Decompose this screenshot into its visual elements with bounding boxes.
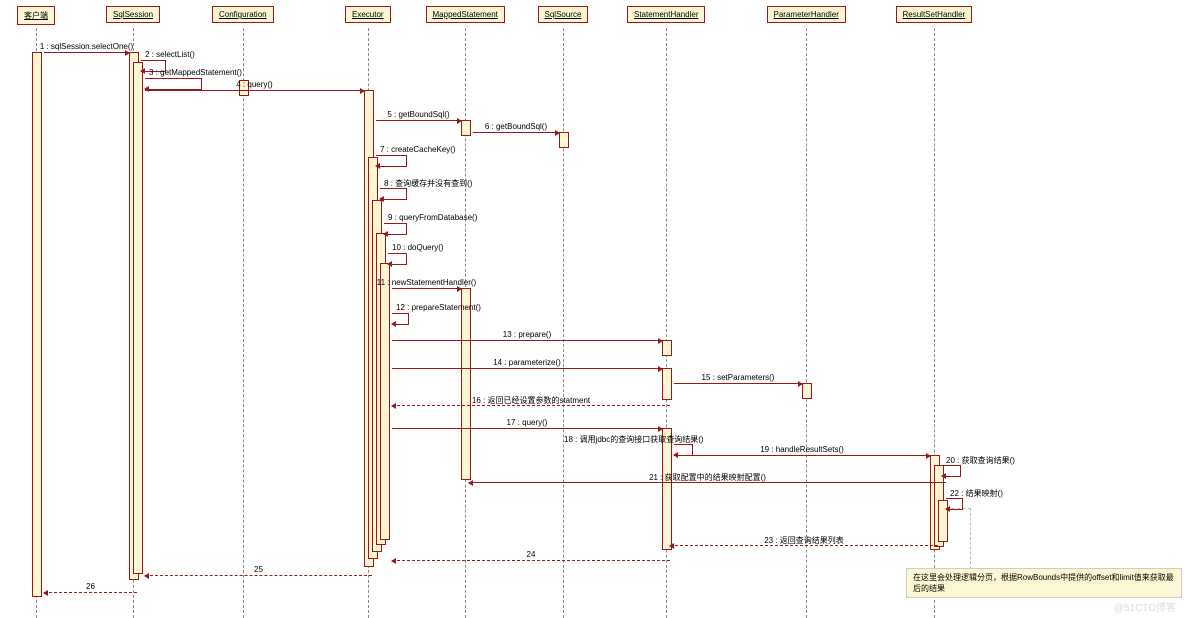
msg-label: 26 <box>86 582 95 591</box>
lifeline-paramhandler <box>806 28 807 618</box>
msg-label: 2 : selectList() <box>145 50 195 59</box>
activation-client <box>32 52 42 597</box>
msg-24: 24 <box>392 560 670 561</box>
msg-23: 23 : 返回查询结果列表 <box>670 545 938 546</box>
msg-label: 18 : 调用jdbc的查询接口获取查询结果() <box>564 434 704 445</box>
activation-executor <box>380 263 390 540</box>
participant-sqlsession: SqlSession <box>106 6 160 23</box>
participant-paramhandler: ParameterHandler <box>767 6 846 23</box>
msg-label: 15 : setParameters() <box>702 373 775 382</box>
msg-7: 7 : createCacheKey() <box>376 155 407 167</box>
participant-stmthandler: StatementHandler <box>627 6 705 23</box>
activation-stmthandler <box>662 340 672 356</box>
msg-26: 26 <box>44 592 137 593</box>
msg-label: 20 : 获取查询结果() <box>946 455 1015 466</box>
msg-label: 4 : query() <box>236 80 272 89</box>
activation-sqlsrc <box>559 132 569 148</box>
msg-20: 20 : 获取查询结果() <box>942 465 961 477</box>
msg-17: 17 : query() <box>392 428 662 429</box>
msg-label: 23 : 返回查询结果列表 <box>764 535 844 546</box>
participant-executor: Executor <box>345 6 391 23</box>
msg-label: 9 : queryFromDatabase() <box>388 213 477 222</box>
msg-5: 5 : getBoundSql() <box>376 120 461 121</box>
msg-12: 12 : prepareStatement() <box>392 313 409 325</box>
msg-label: 7 : createCacheKey() <box>380 145 456 154</box>
msg-6: 6 : getBoundSql() <box>473 132 559 133</box>
participant-mapped: MappedStatement <box>426 6 505 23</box>
msg-label: 17 : query() <box>507 418 548 427</box>
msg-label: 16 : 返回已经设置参数的statment <box>472 395 590 406</box>
note-connector <box>946 508 971 569</box>
msg-label: 1 : sqlSession.selectOne() <box>40 42 133 51</box>
participant-config: Configuration <box>212 6 274 23</box>
msg-25: 25 <box>145 575 372 576</box>
msg-label: 11 : newStatementHandler() <box>377 278 476 287</box>
participant-rshandler: ResultSetHandler <box>896 6 973 23</box>
msg-label: 12 : prepareStatement() <box>396 303 481 312</box>
msg-label: 13 : prepare() <box>503 330 551 339</box>
msg-11: 11 : newStatementHandler() <box>392 288 461 289</box>
lifeline-sqlsrc <box>563 28 564 618</box>
msg-3: 3 : getMappedStatement() <box>145 78 202 90</box>
msg-14: 14 : parameterize() <box>392 368 662 369</box>
note: 在这里会处理逻辑分页，根据RowBounds中提供的offset和limit值来… <box>906 568 1182 598</box>
msg-4: 4 : query() <box>145 90 364 91</box>
watermark: @51CTO博客 <box>1114 599 1176 614</box>
msg-label: 21 : 获取配置中的结果映射配置() <box>649 472 766 483</box>
msg-label: 22 : 结果映射() <box>950 488 1003 499</box>
msg-16: 16 : 返回已经设置参数的statment <box>392 405 670 406</box>
msg-label: 8 : 查询缓存并没有查到() <box>384 178 472 189</box>
activation-stmthandler <box>662 428 672 550</box>
msg-22: 22 : 结果映射() <box>946 498 963 510</box>
msg-15: 15 : setParameters() <box>674 383 802 384</box>
activation-mapped <box>461 120 471 136</box>
msg-8: 8 : 查询缓存并没有查到() <box>380 188 407 200</box>
msg-1: 1 : sqlSession.selectOne() <box>44 52 129 53</box>
activation-mapped <box>461 288 471 480</box>
msg-label: 6 : getBoundSql() <box>485 122 547 131</box>
msg-21: 21 : 获取配置中的结果映射配置() <box>469 482 946 483</box>
participant-sqlsrc: SqlSource <box>538 6 589 23</box>
msg-19: 19 : handleResultSets() <box>674 455 930 456</box>
msg-label: 24 <box>527 550 536 559</box>
msg-label: 14 : parameterize() <box>493 358 561 367</box>
activation-stmthandler <box>662 368 672 400</box>
activation-sqlsession <box>133 62 143 574</box>
msg-10: 10 : doQuery() <box>388 253 407 265</box>
activation-paramhandler <box>802 383 812 399</box>
msg-label: 10 : doQuery() <box>392 243 444 252</box>
msg-9: 9 : queryFromDatabase() <box>384 223 407 235</box>
participant-client: 客户端 <box>17 6 55 25</box>
msg-label: 5 : getBoundSql() <box>387 110 449 119</box>
msg-label: 3 : getMappedStatement() <box>149 68 242 77</box>
msg-13: 13 : prepare() <box>392 340 662 341</box>
msg-label: 25 <box>254 565 263 574</box>
msg-label: 19 : handleResultSets() <box>760 445 844 454</box>
lifeline-config <box>243 28 244 618</box>
